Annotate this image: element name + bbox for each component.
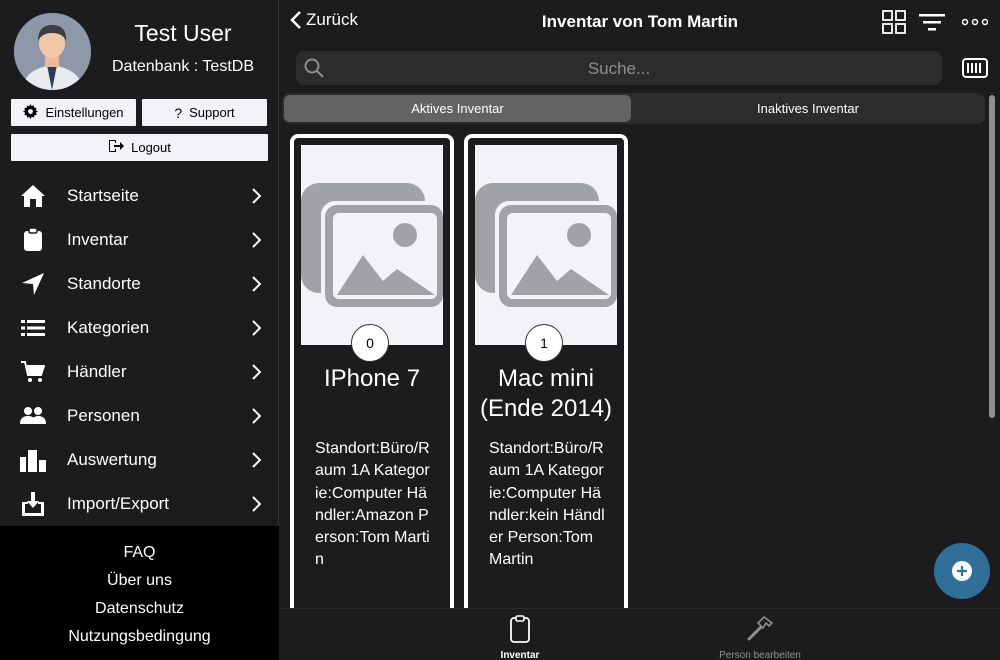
sidebar-item-kategorien[interactable]: Kategorien [0,306,279,350]
logout-icon [108,139,125,156]
image-placeholder-icon [301,145,443,345]
tab-label: Inventar [500,650,540,660]
chevron-right-icon [252,320,261,336]
sidebar-item-haendler[interactable]: Händler [0,350,279,394]
inventory-segment-control: Aktives Inventar Inaktives Inventar [282,93,985,124]
sidebar-item-auswertung[interactable]: Auswertung [0,438,279,482]
database-label: Datenbank : TestDB [111,58,254,75]
sidebar-item-standorte[interactable]: Standorte [0,262,279,306]
scrollbar[interactable] [988,94,996,608]
cart-icon [20,360,46,384]
sidebar-item-label: Standorte [67,274,141,293]
more-icon[interactable] [962,9,988,35]
support-label: Support [189,105,235,120]
card-index-badge: 0 [351,324,389,362]
chevron-right-icon [252,276,261,292]
tab-person-bearbeiten[interactable]: Person bearbeiten [680,615,840,660]
sidebar-footer: FAQ Über uns Datenschutz Nutzungsbedingu… [0,526,279,660]
search-icon [304,58,324,78]
privacy-link[interactable]: Datenschutz [0,595,279,623]
barcode-scanner-icon[interactable] [962,57,988,79]
gear-icon [23,103,39,122]
logout-label: Logout [131,140,171,155]
hammer-icon [747,615,774,641]
app-root: Test User Datenbank : TestDB Einstellung… [0,0,1000,660]
sidebar-item-personen[interactable]: Personen [0,394,279,438]
people-icon [20,404,46,428]
inventory-grid: 0 IPhone 7 Standort:Büro/Raum 1A Kategor… [280,126,986,608]
support-button[interactable]: ? Support [142,99,267,126]
sidebar-item-label: Startseite [67,186,139,205]
chevron-right-icon [252,408,261,424]
tab-inactive-inventory[interactable]: Inaktives Inventar [633,95,983,122]
back-button[interactable]: Zurück [290,10,358,30]
plus-circle-icon [952,561,972,581]
terms-link[interactable]: Nutzungsbedingung [0,623,279,651]
back-label: Zurück [306,10,358,29]
settings-label: Einstellungen [45,105,124,120]
avatar[interactable] [14,13,91,90]
card-details: Standort:Büro/Raum 1A Kategorie:Computer… [489,440,605,569]
chevron-right-icon [252,452,261,468]
question-icon: ? [174,104,183,121]
sidebar-nav: Startseite Inventar Standorte Kategorien… [0,174,279,526]
about-link[interactable]: Über uns [0,567,279,595]
clipboard-icon [510,615,530,643]
faq-link[interactable]: FAQ [0,539,279,567]
chevron-right-icon [252,496,261,512]
sidebar-item-label: Import/Export [67,494,170,513]
card-title: Mac mini (Ende 2014) [479,365,613,422]
sidebar-item-inventar[interactable]: Inventar [0,218,279,262]
sidebar-item-label: Kategorien [67,318,150,337]
card-title: IPhone 7 [323,365,421,392]
top-bar: Zurück Inventar von Tom Martin [280,0,1000,44]
tab-active-inventory[interactable]: Aktives Inventar [284,95,631,122]
sidebar-item-label: Auswertung [67,450,157,469]
sidebar: Test User Datenbank : TestDB Einstellung… [0,0,279,660]
scrollbar-thumb[interactable] [989,95,995,418]
list-icon [20,316,46,340]
card-details: Standort:Büro/Raum 1A Kategorie:Computer… [315,440,430,569]
sidebar-item-startseite[interactable]: Startseite [0,174,279,218]
tab-label: Person bearbeiten [719,650,801,660]
chevron-right-icon [252,364,261,380]
tab-inventar[interactable]: Inventar [440,615,600,660]
sidebar-item-label: Personen [67,406,140,425]
add-item-button[interactable] [934,543,990,599]
inventory-card[interactable]: 1 Mac mini (Ende 2014) Standort:Büro/Rau… [464,134,628,608]
grid-view-icon[interactable] [881,9,907,35]
logout-button[interactable]: Logout [11,134,268,161]
bar-chart-icon [20,448,46,472]
filter-icon[interactable] [919,9,945,35]
user-name: Test User [134,20,232,46]
card-index-badge: 1 [525,324,563,362]
settings-button[interactable]: Einstellungen [11,99,136,126]
sidebar-item-import-export[interactable]: Import/Export [0,482,279,526]
chevron-right-icon [252,188,261,204]
download-icon [20,492,46,516]
home-icon [20,184,46,208]
sidebar-item-label: Inventar [67,230,129,249]
location-arrow-icon [20,272,46,296]
search-placeholder: Suche... [587,59,651,78]
search-input[interactable]: Suche... [296,51,942,85]
inventory-card[interactable]: 0 IPhone 7 Standort:Büro/Raum 1A Kategor… [290,134,454,608]
chevron-left-icon [290,11,301,29]
image-placeholder-icon [475,145,617,345]
chevron-right-icon [252,232,261,248]
bottom-tab-bar: Inventar Person bearbeiten [280,608,1000,660]
clipboard-icon [20,228,46,252]
sidebar-item-label: Händler [67,362,127,381]
